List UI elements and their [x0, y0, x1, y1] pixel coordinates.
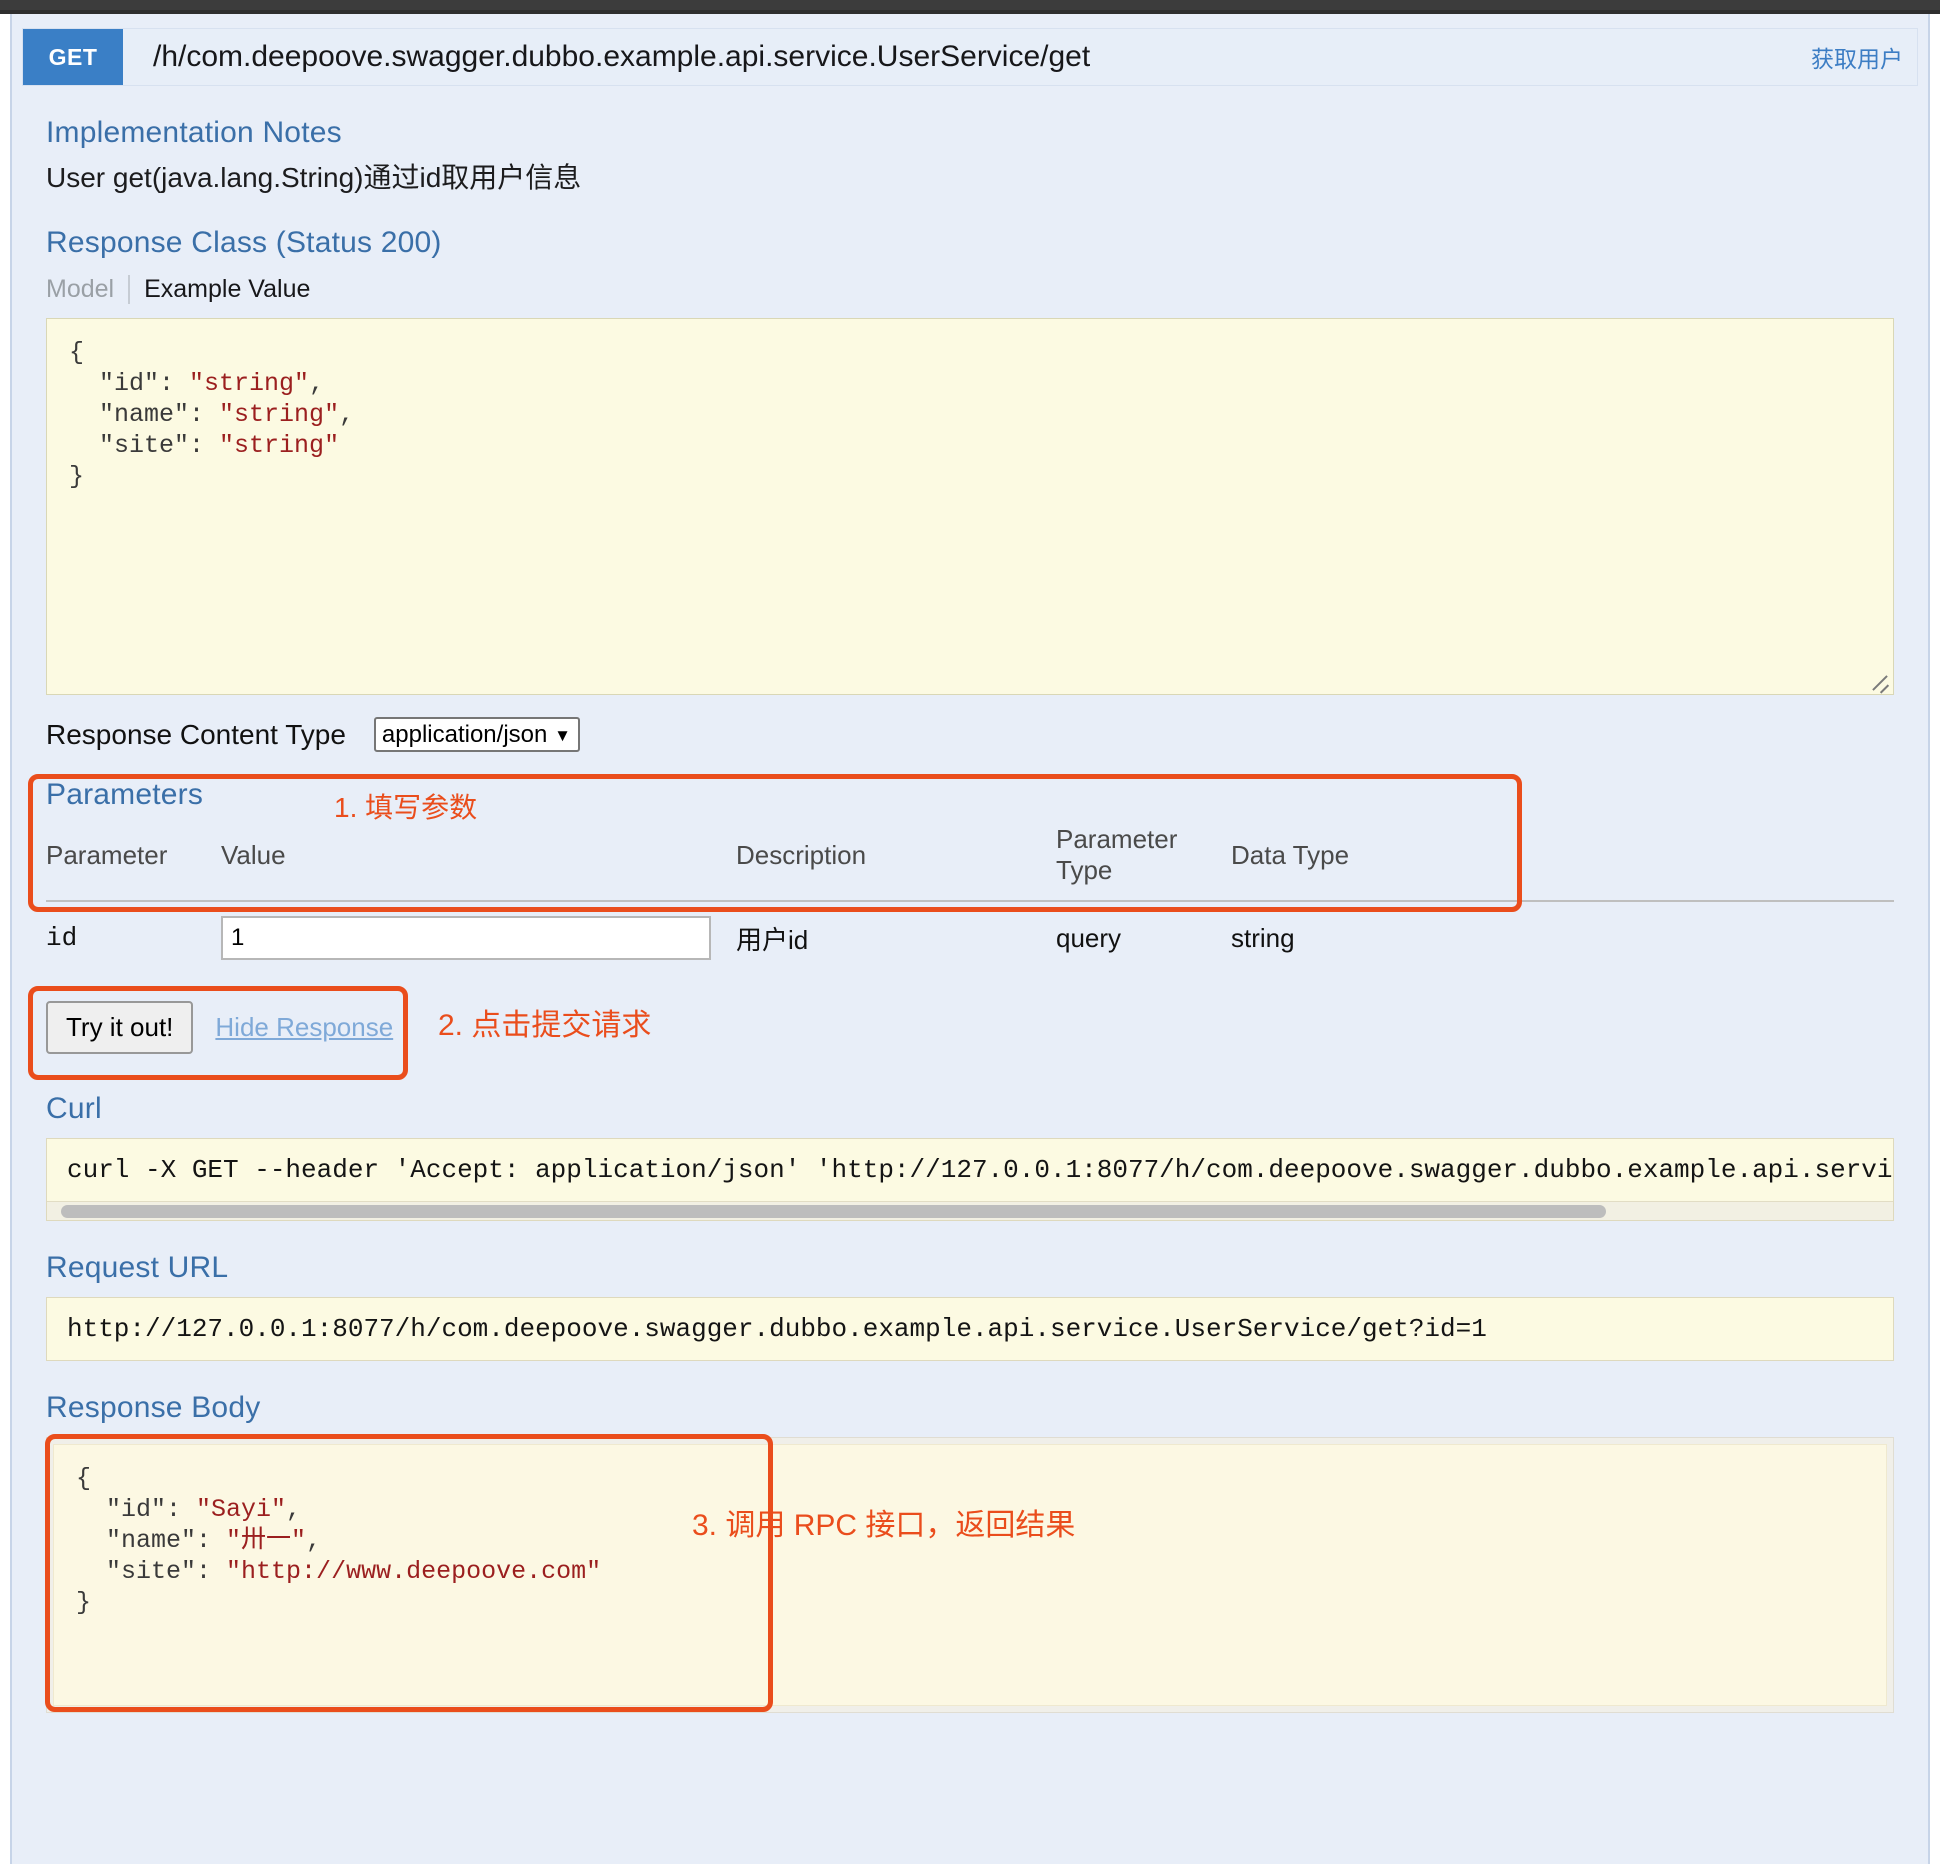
implementation-notes-title: Implementation Notes [46, 116, 1894, 150]
response-key-2: "site": [106, 1557, 226, 1586]
response-comma-1: , [306, 1526, 321, 1555]
example-value-0: "string" [189, 369, 309, 398]
column-header-parameter: Parameter [46, 818, 221, 901]
operation-header[interactable]: GET /h/com.deepoove.swagger.dubbo.exampl… [22, 28, 1918, 86]
column-header-data-type: Data Type [1231, 818, 1894, 901]
response-content-type-select[interactable]: application/json [374, 717, 580, 752]
response-value-2: "http://www.deepoove.com" [226, 1557, 601, 1586]
response-content-type-select-wrap[interactable]: application/json ▼ [360, 717, 580, 752]
response-content-type-row: Response Content Type application/json ▼ [46, 717, 1894, 752]
cell-parameter-name: id [46, 901, 221, 976]
request-url-value: http://127.0.0.1:8077/h/com.deepoove.swa… [47, 1298, 1893, 1360]
response-close-brace: } [76, 1588, 91, 1617]
response-class-title: Response Class (Status 200) [46, 226, 1894, 260]
example-value-1: "string" [219, 400, 339, 429]
example-value-box[interactable]: { "id": "string", "name": "string", "sit… [46, 318, 1894, 695]
response-body-title: Response Body [46, 1391, 1894, 1425]
resize-handle-icon[interactable] [1868, 669, 1890, 691]
response-comma-0: , [286, 1495, 301, 1524]
annotation-text-step3: 3. 调用 RPC 接口，返回结果 [692, 1500, 1075, 1544]
response-body-box: { "id": "Sayi", "name": "卅一", "site": "h… [53, 1444, 1887, 1706]
example-key-2: "site": [99, 431, 219, 460]
tab-example-value[interactable]: Example Value [128, 275, 324, 304]
cell-data-type: string [1231, 901, 1894, 976]
example-key-0: "id": [99, 369, 189, 398]
example-comma-0: , [309, 369, 324, 398]
response-key-1: "name": [106, 1526, 226, 1555]
response-content-type-label: Response Content Type [46, 719, 346, 751]
operation-summary: 获取用户 [1811, 29, 1917, 85]
column-header-parameter-type: Parameter Type [1056, 818, 1231, 901]
parameters-header-row: Parameter Value Description Parameter Ty… [46, 818, 1894, 901]
cell-parameter-type: query [1056, 901, 1231, 976]
table-row: id 用户id query string [46, 901, 1894, 976]
response-value-1: "卅一" [226, 1526, 306, 1555]
response-open-brace: { [76, 1464, 91, 1493]
response-body-wrap: 3. 调用 RPC 接口，返回结果 { "id": "Sayi", "name"… [46, 1437, 1894, 1713]
example-value-code: { "id": "string", "name": "string", "sit… [47, 319, 1893, 510]
cell-parameter-value [221, 901, 736, 976]
http-method-badge: GET [23, 29, 123, 85]
parameters-title: Parameters [46, 778, 1894, 812]
curl-horizontal-scrollbar[interactable] [47, 1201, 1893, 1220]
example-comma-1: , [339, 400, 354, 429]
operation-body: Implementation Notes User get(java.lang.… [12, 116, 1928, 1713]
browser-chrome-bar [0, 0, 1940, 14]
annotation-text-step2: 2. 点击提交请求 [438, 1000, 651, 1044]
model-tabs: Model Example Value [46, 272, 1894, 306]
curl-title: Curl [46, 1092, 1894, 1126]
request-url-title: Request URL [46, 1251, 1894, 1285]
tab-model[interactable]: Model [46, 275, 128, 304]
submit-row: Try it out! Hide Response 2. 点击提交请求 [46, 992, 1894, 1062]
response-key-0: "id": [106, 1495, 196, 1524]
request-url-box: http://127.0.0.1:8077/h/com.deepoove.swa… [46, 1297, 1894, 1361]
operation-path: /h/com.deepoove.swagger.dubbo.example.ap… [123, 29, 1811, 85]
column-header-value: Value [221, 818, 736, 901]
parameters-block: 1. 填写参数 Parameters Parameter Value Descr… [46, 778, 1894, 976]
example-key-1: "name": [99, 400, 219, 429]
column-header-description: Description [736, 818, 1056, 901]
parameter-value-input[interactable] [221, 916, 711, 960]
parameters-table: Parameter Value Description Parameter Ty… [46, 818, 1894, 976]
cell-parameter-description: 用户id [736, 901, 1056, 976]
curl-scrollbar-thumb[interactable] [61, 1205, 1606, 1218]
response-value-0: "Sayi" [196, 1495, 286, 1524]
annotation-text-step1: 1. 填写参数 [334, 786, 477, 826]
content-frame: GET /h/com.deepoove.swagger.dubbo.exampl… [10, 14, 1930, 1864]
swagger-ui-page: GET /h/com.deepoove.swagger.dubbo.exampl… [0, 0, 1940, 1864]
example-value-2: "string" [219, 431, 339, 460]
curl-command: curl -X GET --header 'Accept: applicatio… [47, 1139, 1893, 1201]
example-close-brace: } [69, 462, 84, 491]
try-it-out-button[interactable]: Try it out! [46, 1001, 193, 1054]
curl-box[interactable]: curl -X GET --header 'Accept: applicatio… [46, 1138, 1894, 1221]
example-open-brace: { [69, 338, 84, 367]
hide-response-link[interactable]: Hide Response [215, 1012, 393, 1043]
implementation-notes-text: User get(java.lang.String)通过id取用户信息 [46, 156, 1894, 196]
